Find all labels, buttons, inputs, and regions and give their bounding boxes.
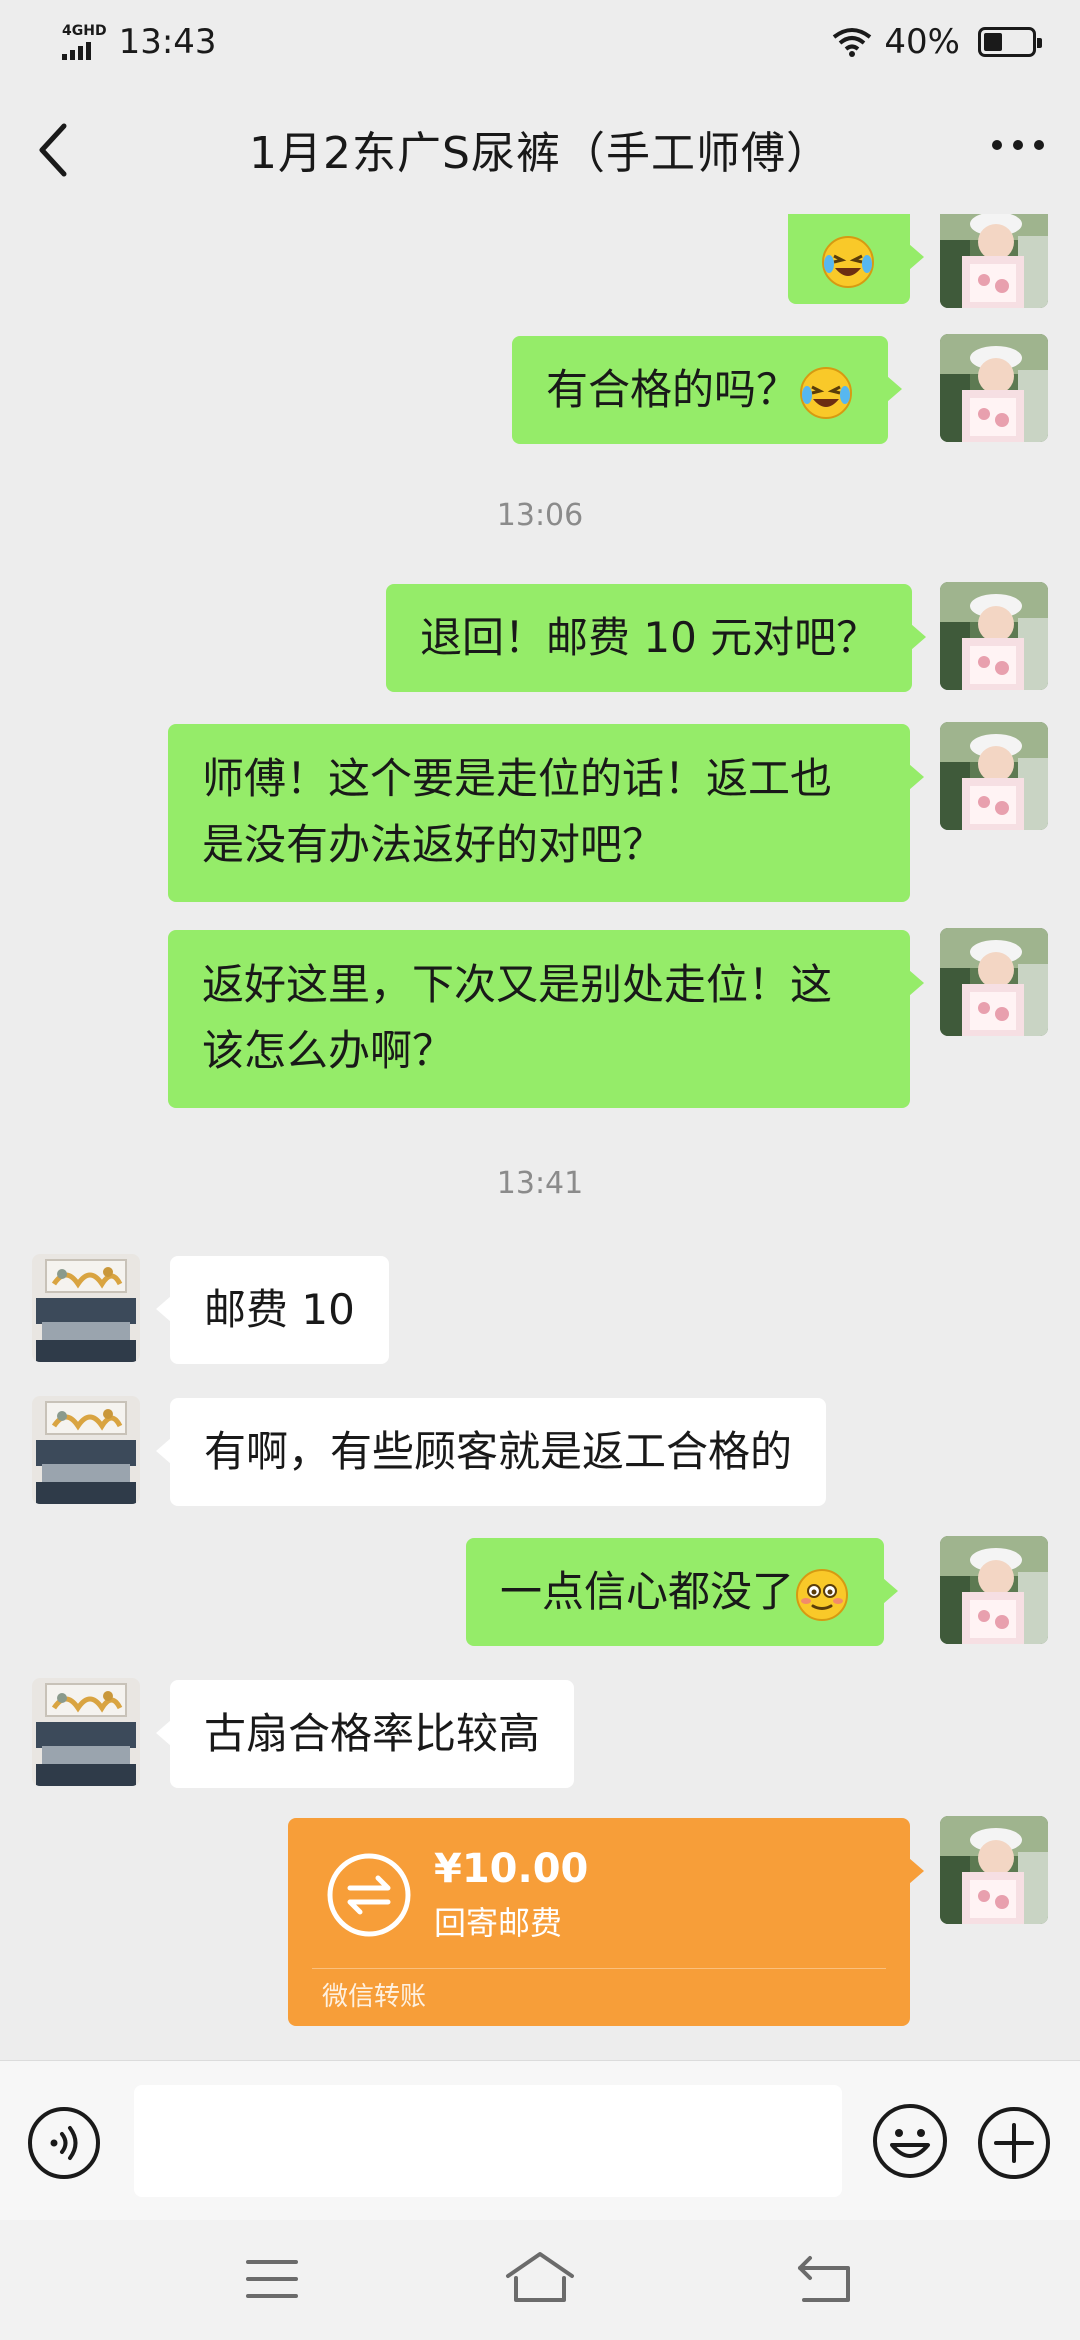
message-text: 古扇合格率比较高 bbox=[204, 1709, 541, 1758]
transfer-amount: ¥10.00 bbox=[434, 1846, 589, 1892]
my-avatar[interactable] bbox=[940, 1536, 1048, 1644]
message-bubble-outgoing[interactable]: 返好这里，下次又是别处走位！这 该怎么办啊？ bbox=[168, 930, 924, 1108]
message-text-line: 返好这里，下次又是别处走位！这 bbox=[202, 960, 833, 1009]
laughing-crying-emoji-icon bbox=[820, 234, 876, 290]
input-bar bbox=[0, 2060, 1080, 2220]
system-navigation-bar bbox=[0, 2220, 1080, 2340]
my-avatar[interactable] bbox=[940, 582, 1048, 690]
message-bubble-outgoing[interactable]: 师傅！这个要是走位的话！返工也 是没有办法返好的对吧？ bbox=[168, 724, 924, 902]
back-arrow-icon[interactable] bbox=[34, 122, 74, 178]
message-text: 有啊，有些顾客就是返工合格的 bbox=[204, 1427, 793, 1476]
message-text-line: 师傅！这个要是走位的话！返工也 bbox=[202, 754, 833, 803]
my-avatar[interactable] bbox=[940, 214, 1048, 308]
my-avatar[interactable] bbox=[940, 928, 1048, 1036]
message-bubble-outgoing[interactable]: 有合格的吗？ bbox=[512, 336, 903, 444]
home-icon[interactable] bbox=[504, 2248, 576, 2308]
transfer-label: 微信转账 bbox=[322, 1982, 427, 2012]
recent-apps-icon[interactable] bbox=[244, 2254, 300, 2304]
message-text: 有合格的吗？ bbox=[546, 365, 799, 414]
message-text-line: 该怎么办啊？ bbox=[202, 1026, 455, 1075]
message-bubble-incoming[interactable]: 邮费 10 bbox=[156, 1256, 389, 1364]
more-options-icon[interactable] bbox=[992, 140, 1044, 150]
status-time: 13:43 bbox=[118, 22, 217, 62]
transfer-icon bbox=[327, 1853, 411, 1937]
battery-level bbox=[984, 33, 1003, 51]
network-type: 4GHD bbox=[62, 23, 107, 39]
system-back-icon[interactable] bbox=[794, 2252, 854, 2306]
laughing-crying-emoji-icon bbox=[798, 365, 854, 421]
contact-avatar[interactable] bbox=[32, 1678, 140, 1786]
message-input[interactable] bbox=[134, 2085, 842, 2197]
message-bubble-outgoing[interactable]: 一点信心都没了 bbox=[466, 1538, 899, 1646]
emoji-picker-icon[interactable] bbox=[870, 2101, 950, 2181]
chat-header: 1月2东广S尿裤（手工师傅） bbox=[0, 84, 1080, 214]
message-bubble-outgoing[interactable] bbox=[788, 214, 924, 304]
message-bubble-incoming[interactable]: 古扇合格率比较高 bbox=[155, 1680, 575, 1788]
voice-input-icon[interactable] bbox=[26, 2105, 102, 2181]
transfer-note: 回寄邮费 bbox=[434, 1904, 563, 1942]
message-timestamp: 13:06 bbox=[496, 498, 584, 533]
message-text: 一点信心都没了 bbox=[500, 1567, 795, 1616]
my-avatar[interactable] bbox=[940, 722, 1048, 830]
awkward-smile-emoji-icon bbox=[794, 1567, 850, 1623]
battery-icon bbox=[978, 27, 1042, 57]
chat-messages[interactable]: 有合格的吗？ 13:06 退回！邮费 10 元对吧？ 师傅！这个要是走位的话！返… bbox=[0, 214, 1080, 2060]
message-bubble-incoming[interactable]: 有啊，有些顾客就是返工合格的 bbox=[155, 1398, 827, 1506]
message-text-line: 是没有办法返好的对吧？ bbox=[202, 820, 665, 869]
message-text: 退回！邮费 10 元对吧？ bbox=[420, 613, 879, 662]
battery-percent: 40% bbox=[884, 22, 960, 62]
status-bar: 4GHD 13:43 40% bbox=[0, 0, 1080, 84]
message-timestamp: 13:41 bbox=[496, 1166, 584, 1201]
wifi-icon bbox=[833, 28, 872, 57]
my-avatar[interactable] bbox=[940, 1816, 1048, 1924]
chat-title: 1月2东广S尿裤（手工师傅） bbox=[249, 128, 831, 179]
my-avatar[interactable] bbox=[940, 334, 1048, 442]
more-functions-plus-icon[interactable] bbox=[976, 2105, 1052, 2181]
message-bubble-outgoing[interactable]: 退回！邮费 10 元对吧？ bbox=[386, 584, 927, 692]
divider bbox=[312, 1968, 886, 1969]
contact-avatar[interactable] bbox=[32, 1254, 140, 1362]
network-indicator: 4GHD bbox=[62, 24, 107, 60]
message-text: 邮费 10 bbox=[204, 1285, 355, 1334]
signal-icon bbox=[62, 40, 91, 60]
transfer-card[interactable]: ¥10.00 回寄邮费 微信转账 bbox=[288, 1818, 924, 2026]
contact-avatar[interactable] bbox=[32, 1396, 140, 1504]
